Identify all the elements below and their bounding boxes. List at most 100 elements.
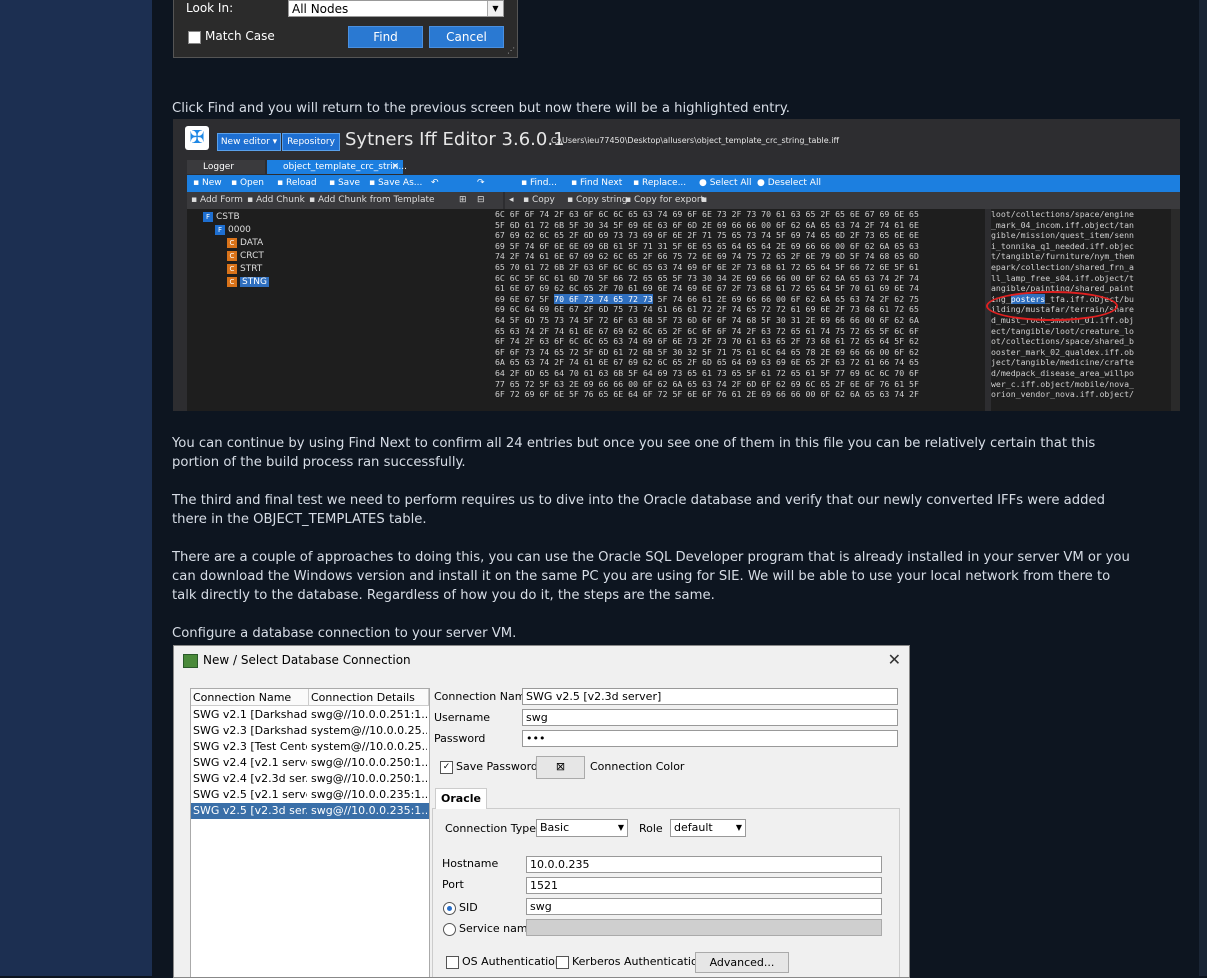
tree-node[interactable]: C CRCT <box>227 251 264 262</box>
connection-row[interactable]: SWG v2.4 [v2.3d ser... swg@//10.0.0.250:1… <box>191 771 429 787</box>
paragraph-2: You can continue by using Find Next to c… <box>172 434 1172 472</box>
chevron-down-icon[interactable]: ▼ <box>487 1 503 16</box>
find-next-button[interactable]: ▪ Find Next <box>571 177 622 190</box>
hostname-field[interactable]: 10.0.0.235 <box>526 856 882 873</box>
tab-oracle[interactable]: Oracle <box>435 788 487 809</box>
kerberos-checkbox[interactable] <box>556 956 569 969</box>
connection-list[interactable]: Connection Name Connection Details SWG v… <box>190 688 430 977</box>
database-icon <box>183 654 198 668</box>
connection-details-cell: swg@//10.0.0.235:1... <box>311 788 427 801</box>
port-field[interactable]: 1521 <box>526 877 882 894</box>
add-chunk-template-button[interactable]: ▪ Add Chunk from Template <box>309 194 435 207</box>
password-label: Password <box>434 732 486 745</box>
hex-view[interactable]: 6C 6F 6F 74 2F 63 6F 6C 6C 65 63 74 69 6… <box>491 209 985 411</box>
tab-logger[interactable]: Logger <box>187 160 265 174</box>
sid-field[interactable]: swg <box>526 898 882 915</box>
select-all-button[interactable]: ● Select All <box>699 177 752 190</box>
paragraph-4-line-3: talk directly to the database. Regardles… <box>172 588 715 603</box>
add-chunk-label: Add Chunk <box>255 195 305 205</box>
column-connection-name[interactable]: Connection Name <box>191 689 309 706</box>
add-chunk-button[interactable]: ▪ Add Chunk <box>247 194 305 207</box>
match-case-label: Match Case <box>205 29 275 43</box>
find-button[interactable]: Find <box>348 26 423 48</box>
tree-node[interactable]: C DATA <box>227 238 263 249</box>
hex-scrollbar[interactable] <box>1171 209 1180 411</box>
node-tree: F CSTB F 0000 C DATA C CRCT C STRT C STNG <box>187 209 491 411</box>
copy-export-button[interactable]: ▪ Copy for export <box>625 194 704 207</box>
role-value: default <box>674 821 713 834</box>
os-auth-label: OS Authentication <box>462 955 562 968</box>
match-case-checkbox[interactable] <box>188 31 201 44</box>
connection-row[interactable]: SWG v2.4 [v2.1 server] swg@//10.0.0.250:1… <box>191 755 429 771</box>
hex-highlight: 70 6F 73 74 65 72 73 <box>554 293 653 304</box>
ascii-line: _mark_04_incom.iff.object/tan <box>991 219 1134 230</box>
connection-row[interactable]: SWG v2.3 [Darkshad... system@//10.0.0.25.… <box>191 723 429 739</box>
collapse-icon[interactable]: ⊟ <box>477 194 485 207</box>
tree-toolbar: ▪ Add Form ▪ Add Chunk ▪ Add Chunk from … <box>187 192 503 209</box>
hex-line: 6F 72 69 6F 6E 5F 76 65 6E 64 6F 72 5F 6… <box>495 389 919 400</box>
ascii-line: t/tangible/furniture/nym_them <box>991 251 1134 262</box>
nav-back-icon[interactable]: ◂ <box>509 194 514 207</box>
redo-icon[interactable]: ↷ <box>477 177 485 190</box>
connection-row[interactable]: SWG v2.5 [v2.1 server] swg@//10.0.0.235:1… <box>191 787 429 803</box>
paste-icon[interactable]: ▪ <box>701 194 707 207</box>
resize-grip-icon[interactable]: ⋰ <box>507 47 515 55</box>
save-as-button[interactable]: ▪ Save As... <box>369 177 422 190</box>
password-field[interactable]: ••• <box>522 730 898 747</box>
tree-node-label: CSTB <box>216 212 240 222</box>
service-name-radio[interactable] <box>443 923 456 936</box>
tree-node[interactable]: C STRT <box>227 264 262 275</box>
new-editor-button[interactable]: New editor ▾ <box>217 133 281 151</box>
role-select[interactable]: default ▼ <box>670 819 746 837</box>
username-field[interactable]: swg <box>522 709 898 726</box>
kerberos-label: Kerberos Authentication <box>572 955 705 968</box>
reload-label: Reload <box>285 178 317 188</box>
copy-button[interactable]: ▪ Copy <box>523 194 555 207</box>
expand-icon[interactable]: ⊞ <box>459 194 467 207</box>
open-button[interactable]: ▪ Open <box>231 177 264 190</box>
role-label: Role <box>639 822 663 835</box>
tree-node[interactable]: F 0000 <box>215 225 251 236</box>
connection-color-button[interactable]: ⊠ <box>536 756 585 779</box>
copy-string-button[interactable]: ▪ Copy string <box>567 194 628 207</box>
advanced-button[interactable]: Advanced... <box>695 952 789 973</box>
connection-type-select[interactable]: Basic ▼ <box>536 819 628 837</box>
close-tab-icon[interactable]: ✕ <box>391 160 399 174</box>
hex-line: 67 69 62 6C 65 2F 6D 69 73 73 69 6F 6E 2… <box>495 230 919 241</box>
left-sidebar <box>0 0 152 976</box>
connection-details-cell: swg@//10.0.0.235:1... <box>311 804 427 817</box>
tree-node[interactable]: F CSTB <box>203 212 240 223</box>
connection-name-field[interactable]: SWG v2.5 [v2.3d server] <box>522 688 898 705</box>
os-auth-checkbox[interactable] <box>446 956 459 969</box>
sid-radio[interactable] <box>443 902 456 915</box>
service-name-field <box>526 919 882 936</box>
find-toolbar-button[interactable]: ▪ Find... <box>521 177 557 190</box>
column-connection-details[interactable]: Connection Details <box>309 689 429 706</box>
connection-row[interactable]: SWG v2.1 [Darkshad... swg@//10.0.0.251:1.… <box>191 707 429 723</box>
tab-object-template[interactable]: object_template_crc_strin... ✕ <box>267 160 407 174</box>
undo-icon[interactable]: ↶ <box>431 177 439 190</box>
reload-button[interactable]: ▪ Reload <box>277 177 317 190</box>
paragraph-4-line-1: There are a couple of approaches to doin… <box>172 550 1130 565</box>
save-password-checkbox[interactable]: ✓ <box>440 761 453 774</box>
chunk-node-icon: C <box>227 264 237 274</box>
hex-line: 6A 65 63 74 2F 74 61 6E 67 69 62 6C 65 2… <box>495 357 919 368</box>
cancel-button[interactable]: Cancel <box>429 26 504 48</box>
page-scrollbar[interactable] <box>1199 0 1207 976</box>
connection-row[interactable]: SWG v2.5 [v2.3d ser... swg@//10.0.0.235:1… <box>191 803 429 819</box>
connection-details-cell: swg@//10.0.0.250:1... <box>311 772 427 785</box>
find-next-label: Find Next <box>579 178 623 188</box>
close-icon[interactable]: ✕ <box>888 650 901 669</box>
new-button[interactable]: ▪ New <box>193 177 222 190</box>
look-in-select[interactable]: All Nodes ▼ <box>288 0 504 17</box>
connection-row[interactable]: SWG v2.3 [Test Center] system@//10.0.0.25… <box>191 739 429 755</box>
repository-button[interactable]: Repository <box>282 133 340 151</box>
open-label: Open <box>239 178 265 188</box>
add-form-button[interactable]: ▪ Add Form <box>191 194 243 207</box>
save-button[interactable]: ▪ Save <box>329 177 360 190</box>
deselect-all-button[interactable]: ● Deselect All <box>757 177 821 190</box>
tree-node[interactable]: C STNG <box>227 277 269 288</box>
replace-button[interactable]: ▪ Replace... <box>633 177 686 190</box>
iff-toolbar: ▪ New ▪ Open ▪ Reload ▪ Save ▪ Save As..… <box>187 175 1180 192</box>
add-chunk-template-label: Add Chunk from Template <box>317 195 435 205</box>
